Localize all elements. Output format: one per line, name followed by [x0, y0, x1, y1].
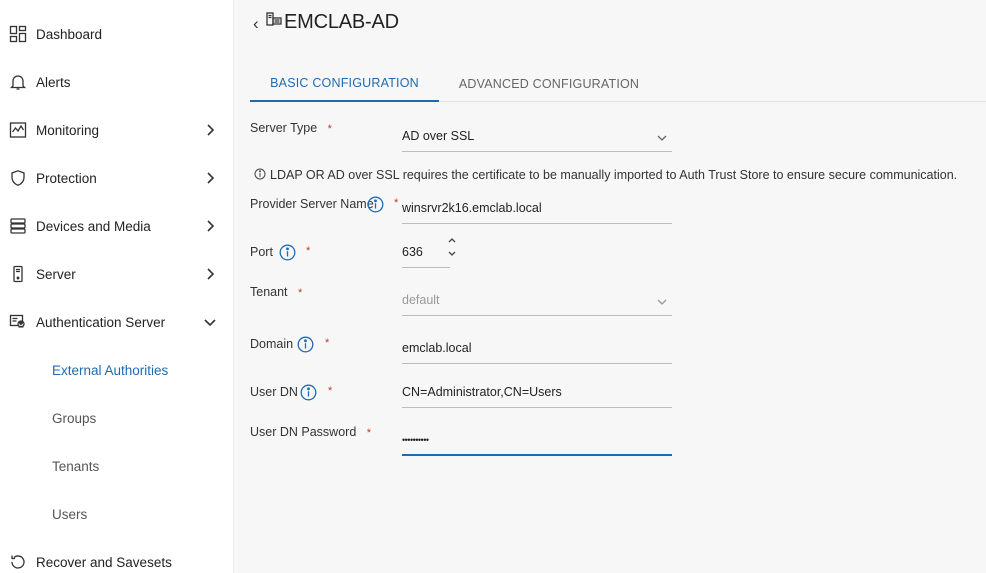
required-marker: *: [366, 427, 371, 439]
monitoring-icon: [9, 121, 27, 139]
tenant-select: default: [402, 286, 672, 316]
user-dn-value: CN=Administrator,CN=Users: [402, 385, 562, 399]
chevron-down-icon: [657, 135, 667, 141]
chevron-down-icon[interactable]: [202, 314, 218, 330]
tenant-label: Tenant *: [250, 285, 302, 299]
info-icon: [254, 168, 266, 180]
required-marker: *: [327, 123, 332, 135]
sidebar-item-label: Server: [36, 266, 76, 282]
sidebar-item-label: Tenants: [52, 458, 100, 474]
sidebar-item-tenants[interactable]: Tenants: [0, 442, 234, 490]
back-button[interactable]: ‹: [253, 14, 259, 34]
required-marker: *: [325, 337, 330, 349]
page-title: EMCLAB-AD: [284, 11, 399, 33]
chevron-down-icon: [657, 299, 667, 305]
required-marker: *: [306, 245, 311, 257]
sidebar-item-label: Monitoring: [36, 122, 100, 138]
required-marker: *: [394, 197, 399, 209]
sidebar-item-label: Devices and Media: [36, 218, 151, 234]
chevron-right-icon[interactable]: [202, 266, 218, 282]
main-content: ‹ EMCLAB-AD BASIC CONFIGURATION ADVANCED…: [234, 0, 986, 573]
provider-server-name-value: winsrvr2k16.emclab.local: [402, 201, 542, 215]
sidebar-item-server[interactable]: Server: [0, 250, 234, 298]
domain-label: Domain: [250, 337, 294, 351]
label-text: Server Type: [250, 121, 318, 135]
chevron-right-icon[interactable]: [202, 218, 218, 234]
label-text: Tenant: [250, 285, 288, 299]
auth-server-icon: [9, 313, 27, 331]
sidebar-item-alerts[interactable]: Alerts: [0, 58, 234, 106]
shield-icon: [9, 169, 27, 187]
user-dn-password-value: ••••••••••: [402, 435, 429, 445]
domain-value: emclab.local: [402, 341, 472, 355]
sidebar-item-dashboard[interactable]: Dashboard: [0, 10, 234, 58]
bell-icon: [9, 73, 27, 91]
recover-icon: [9, 553, 27, 571]
user-dn-label: User DN: [250, 385, 298, 399]
tenant-value: default: [402, 293, 440, 307]
required-marker: *: [297, 287, 303, 299]
tab-bar: BASIC CONFIGURATION ADVANCED CONFIGURATI…: [250, 66, 986, 102]
sidebar-item-devices-and-media[interactable]: Devices and Media: [0, 202, 234, 250]
user-dn-password-label: User DN Password *: [250, 425, 371, 439]
info-icon[interactable]: [367, 196, 384, 213]
dashboard-icon: [9, 25, 27, 43]
info-icon[interactable]: [297, 336, 314, 353]
user-dn-input[interactable]: CN=Administrator,CN=Users: [402, 380, 672, 408]
sidebar-item-label: Recover and Savesets: [36, 554, 172, 570]
sidebar: Dashboard Alerts Monitoring Protection D…: [0, 0, 234, 573]
ssl-certificate-note: LDAP OR AD over SSL requires the certifi…: [254, 168, 957, 182]
sidebar-item-recover-and-savesets[interactable]: Recover and Savesets: [0, 538, 234, 573]
sidebar-item-label: Authentication Server: [36, 314, 166, 330]
sidebar-item-label: Users: [52, 506, 88, 522]
user-dn-password-input[interactable]: ••••••••••: [402, 426, 672, 456]
server-icon: [9, 265, 27, 283]
port-stepper-icon[interactable]: [446, 236, 458, 258]
server-title-icon: [266, 12, 282, 26]
tab-basic-configuration[interactable]: BASIC CONFIGURATION: [250, 66, 439, 102]
server-type-label: Server Type *: [250, 121, 332, 135]
port-input[interactable]: 636: [402, 240, 450, 268]
info-icon[interactable]: [279, 244, 296, 261]
sidebar-item-external-authorities[interactable]: External Authorities: [0, 346, 234, 394]
storage-icon: [9, 217, 27, 235]
note-text: LDAP OR AD over SSL requires the certifi…: [270, 168, 958, 182]
sidebar-item-monitoring[interactable]: Monitoring: [0, 106, 234, 154]
info-icon[interactable]: [300, 384, 317, 401]
sidebar-item-groups[interactable]: Groups: [0, 394, 234, 442]
label-text: User DN Password: [250, 425, 357, 439]
provider-server-name-input[interactable]: winsrvr2k16.emclab.local: [402, 196, 672, 224]
chevron-right-icon[interactable]: [202, 170, 218, 186]
provider-server-name-label: Provider Server Name: [250, 197, 374, 211]
sidebar-item-users[interactable]: Users: [0, 490, 234, 538]
sidebar-item-label: Alerts: [36, 74, 71, 90]
required-marker: *: [328, 385, 333, 397]
sidebar-item-protection[interactable]: Protection: [0, 154, 234, 202]
server-type-select[interactable]: AD over SSL: [402, 122, 672, 152]
sidebar-item-authentication-server[interactable]: Authentication Server: [0, 298, 234, 346]
sidebar-item-label: Dashboard: [36, 26, 103, 42]
sidebar-item-label: External Authorities: [52, 362, 169, 378]
port-value: 636: [402, 245, 423, 259]
tab-advanced-configuration[interactable]: ADVANCED CONFIGURATION: [439, 66, 659, 102]
chevron-right-icon[interactable]: [202, 122, 218, 138]
sidebar-item-label: Protection: [36, 170, 97, 186]
sidebar-item-label: Groups: [52, 410, 97, 426]
server-type-value: AD over SSL: [402, 129, 475, 143]
domain-input[interactable]: emclab.local: [402, 336, 672, 364]
port-label: Port: [250, 245, 273, 259]
